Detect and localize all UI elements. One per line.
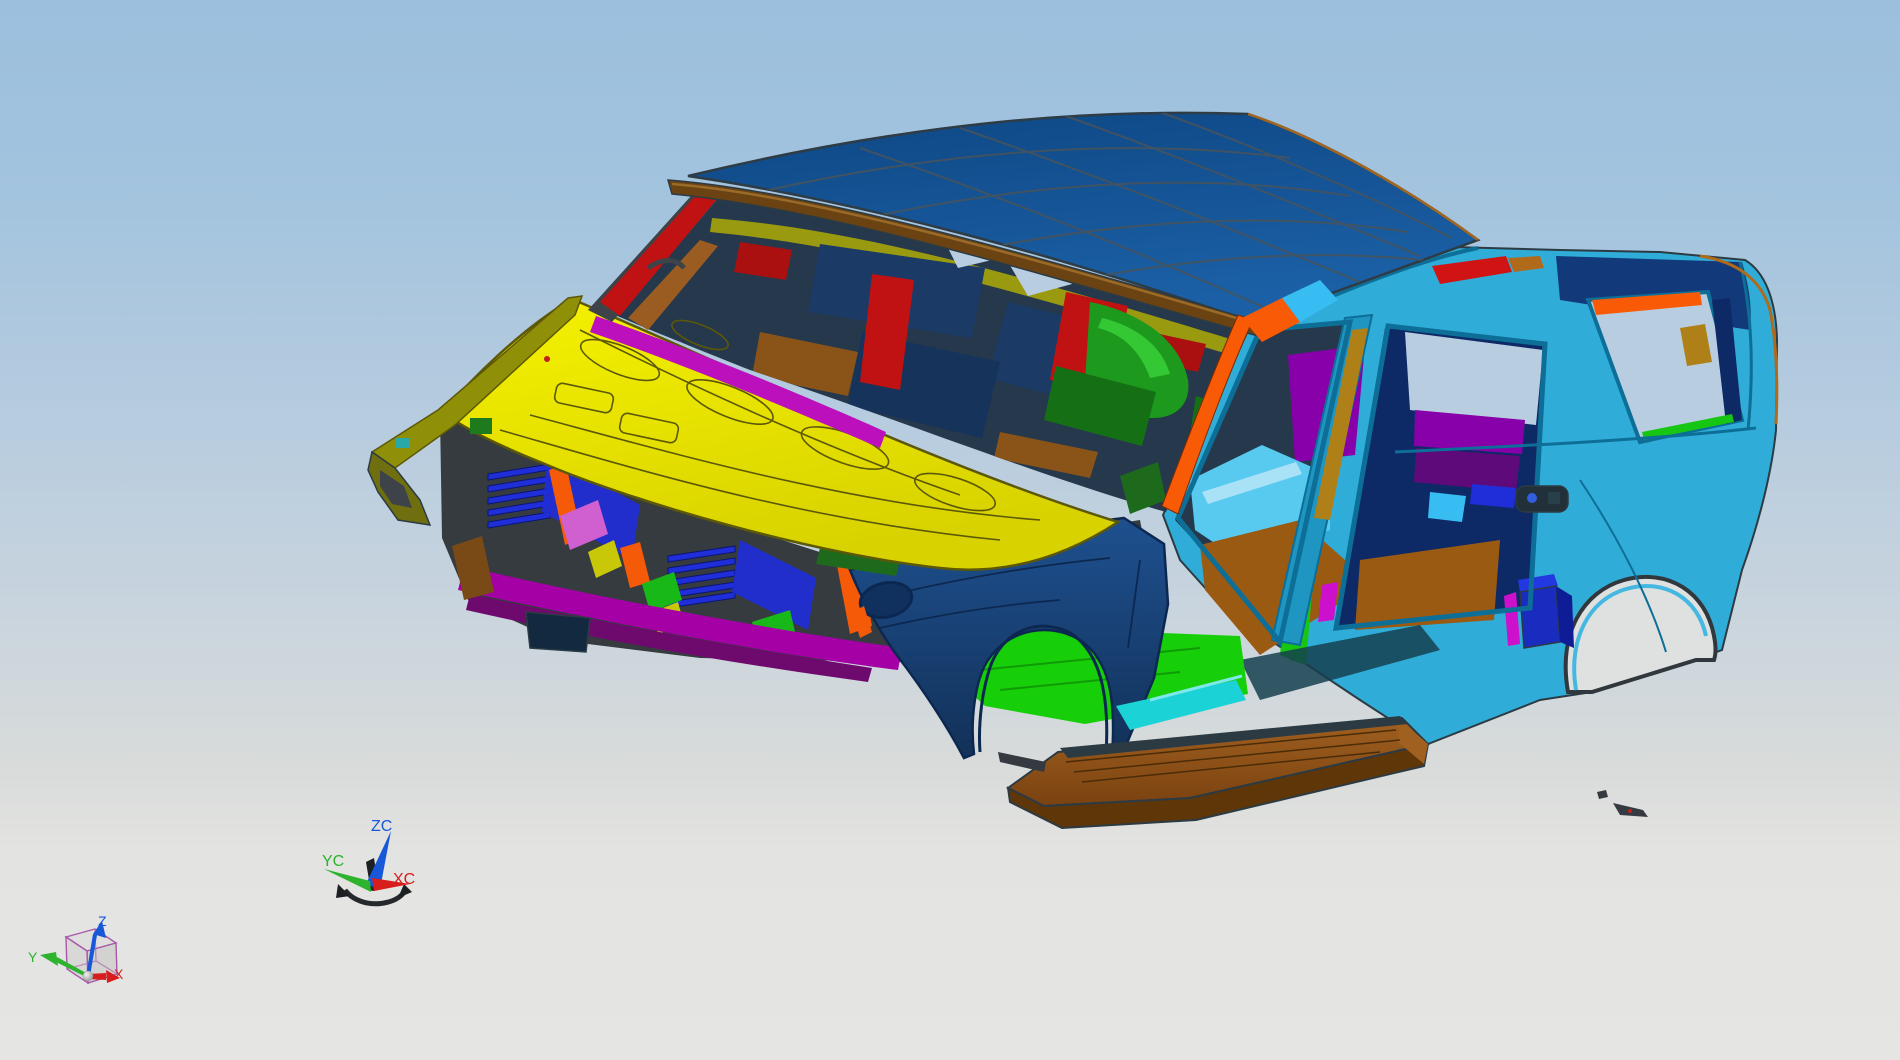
rear-floor-blue-bit[interactable] xyxy=(1470,484,1516,508)
fender-green-bit[interactable] xyxy=(470,418,492,434)
air-dam-navy[interactable] xyxy=(525,611,591,653)
running-board-bracket xyxy=(998,752,1046,772)
rear-floor-cyan-bit[interactable] xyxy=(1428,492,1466,522)
wcs-yc-label: YC xyxy=(322,853,344,870)
abs-y-label: Y xyxy=(28,949,38,965)
wcs-triad[interactable]: ZC YC XC xyxy=(322,818,415,907)
handle-notch xyxy=(1548,492,1560,504)
abs-origin-sphere xyxy=(82,970,94,982)
abs-z-label: Z xyxy=(98,913,107,929)
wcs-yc-axis[interactable] xyxy=(324,869,371,892)
hood-red-dot xyxy=(544,356,550,362)
abs-x-label: X xyxy=(114,966,124,982)
wcs-zc-label: ZC xyxy=(371,818,392,835)
loose-parts[interactable] xyxy=(1597,790,1648,817)
fender-teal-bit[interactable] xyxy=(396,438,410,448)
small-part-1[interactable] xyxy=(1597,790,1608,799)
cad-viewport[interactable]: ZC YC XC Z Y X xyxy=(0,0,1900,1060)
jounce-bracket-blue-front[interactable] xyxy=(1519,585,1561,649)
abs-triad: Z Y X xyxy=(28,913,124,985)
small-part-red-dot xyxy=(1628,809,1632,813)
model-canvas[interactable]: ZC YC XC Z Y X xyxy=(0,0,1900,1060)
handle-glint xyxy=(1527,493,1537,503)
door-handle[interactable] xyxy=(1515,485,1569,513)
wcs-xc-label: XC xyxy=(393,871,415,888)
